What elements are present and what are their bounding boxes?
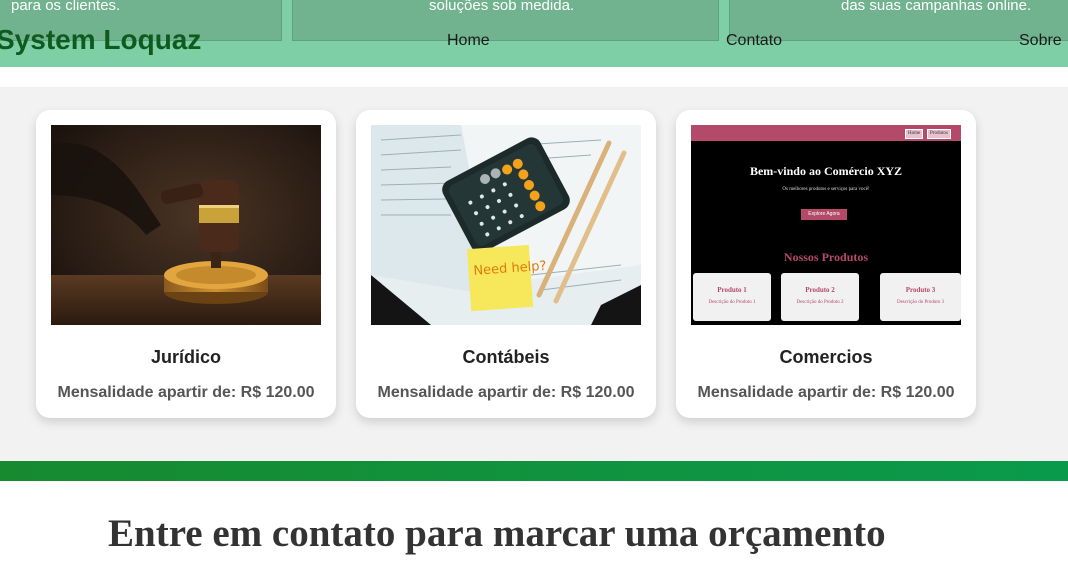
shop-product-card: Produto 1 Descrição do Produto 1 <box>693 273 771 321</box>
shop-product-card: Produto 3 Descrição do Produto 3 <box>880 273 961 321</box>
service-price: Mensalidade apartir de: R$ 120.00 <box>57 384 315 401</box>
service-price: Mensalidade apartir de: R$ 120.00 <box>377 384 635 401</box>
nav-contato[interactable]: Contato <box>726 32 782 50</box>
shop-navbar: Home Produtos <box>691 125 961 141</box>
banner-text-2: soluções sob medida. <box>429 0 575 14</box>
calculator-image: Need help? <box>371 125 641 325</box>
shop-nav-home: Home <box>905 129 924 139</box>
nav-home[interactable]: Home <box>447 32 490 50</box>
shop-product-desc: Descrição do Produto 2 <box>796 300 844 305</box>
shop-product-name: Produto 1 <box>717 286 747 294</box>
service-price: Mensalidade apartir de: R$ 120.00 <box>697 384 955 401</box>
shop-section-title: Nossos Produtos <box>783 250 869 264</box>
gavel-image <box>51 125 321 325</box>
contact-heading: Entre em contato para marcar uma orçamen… <box>108 512 886 555</box>
shop-product-desc: Descrição do Produto 1 <box>708 300 756 305</box>
banner-card-2: soluções sob medida. <box>292 0 719 41</box>
service-title: Comercios <box>779 347 873 367</box>
shop-preview: Home Produtos Bem-vindo ao Comércio XYZ … <box>691 125 961 325</box>
banner-text-3: das suas campanhas online. <box>841 0 1032 14</box>
section-divider <box>0 461 1068 481</box>
ecommerce-preview-image: Home Produtos Bem-vindo ao Comércio XYZ … <box>691 125 961 325</box>
shop-cta-button: Explore Agora <box>801 209 847 220</box>
service-card-contabeis[interactable]: Need help? Contábeis Mensalidade apartir… <box>356 110 656 418</box>
service-card-juridico[interactable]: Jurídico Mensalidade apartir de: R$ 120.… <box>36 110 336 418</box>
service-card-comercios[interactable]: Home Produtos Bem-vindo ao Comércio XYZ … <box>676 110 976 418</box>
nav-sobre[interactable]: Sobre <box>1019 32 1062 50</box>
service-title: Contábeis <box>462 347 550 367</box>
shop-product-name: Produto 2 <box>805 286 835 294</box>
shop-nav-produtos: Produtos <box>927 129 951 139</box>
site-header: para os clientes. soluções sob medida. d… <box>0 0 1068 67</box>
services-section: Jurídico Mensalidade apartir de: R$ 120.… <box>0 87 1068 461</box>
shop-product-card: Produto 2 Descrição do Produto 2 <box>781 273 859 321</box>
banner-text-1: para os clientes. <box>11 0 121 14</box>
shop-product-name: Produto 3 <box>905 286 936 294</box>
shop-tagline: Os melhores produtos e serviços para voc… <box>782 187 870 192</box>
service-title: Jurídico <box>150 347 221 367</box>
shop-product-desc: Descrição do Produto 3 <box>896 300 945 305</box>
brand-logo[interactable]: System Loquaz <box>0 24 201 56</box>
shop-headline: Bem-vindo ao Comércio XYZ <box>749 164 903 178</box>
